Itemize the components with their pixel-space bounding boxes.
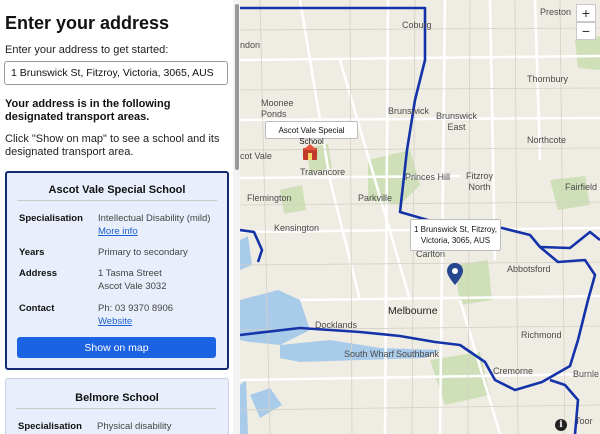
school-name: Belmore School [75,392,159,404]
contact-value: Ph: 03 9370 8906 Website [98,302,173,328]
map-label: South Wharf [344,349,395,359]
address-value: 1 Tasma Street Ascot Vale 3032 [98,267,166,293]
map-label: Brunswick East [436,111,478,132]
zoom-out-button[interactable]: − [576,22,596,40]
specialisation-value: Intellectual Disability (mild) More info [98,212,210,238]
address-tooltip: 1 Brunswick St, Fitzroy, Victoria, 3065,… [410,219,501,251]
water-area [240,380,248,434]
map-label: Fairfield [565,182,598,192]
scrollbar-thumb[interactable] [235,4,239,170]
map-label: Preston [540,7,572,17]
address-panel: Enter your address Enter your address to… [0,0,240,434]
park-area [575,36,600,70]
hint-text: Click "Show on map" to see a school and … [5,133,220,158]
page-title: Enter your address [5,13,170,33]
school-card: Belmore School Specialisation Physical d… [5,378,229,434]
school-name: Ascot Vale Special School [48,184,186,196]
tooltip-address-line-2: Victoria, 3065, AUS [420,236,491,245]
map-label: Princes Hill [405,172,451,182]
contact-label: Contact [19,303,55,314]
address-label: Address [19,268,58,279]
map-label: Parkville [358,193,393,203]
specialisation-label: Specialisation [19,213,83,224]
specialisation-text: Intellectual Disability (mild) [98,213,211,224]
map-label: Coburg [402,20,432,30]
show-on-map-button[interactable]: Show on map [17,337,216,358]
result-heading: Your address is in the following designa… [5,98,171,123]
years-value: Primary to secondary [98,247,188,258]
card-divider [17,200,217,201]
map-label: Travancore [300,167,346,177]
map-label: Brunswick [388,106,430,116]
map-label: Abbotsford [507,264,551,274]
address-line-1: 1 Tasma Street [98,268,162,279]
map-label: Thornbury [527,74,569,84]
specialisation-value: Physical disability [97,421,172,432]
map-label: ndon [240,40,261,50]
map-label: Richmond [521,330,562,340]
map-label: cot Vale [240,151,272,161]
map-label: Melbourne [388,305,438,317]
map-label: Fitzroy North [466,171,493,192]
address-line-2: Ascot Vale 3032 [98,281,167,292]
map-label: Docklands [315,320,358,330]
zoom-in-button[interactable]: + [576,4,596,22]
card-divider [16,408,216,409]
years-label: Years [19,247,45,258]
map-label: Burnle [573,369,600,379]
map-label: Cremorne [493,366,534,376]
water-area [240,290,310,345]
map-label: Flemington [247,193,292,203]
map-label: Northcote [527,135,567,145]
water-area [250,388,282,418]
map-canvas [240,0,600,434]
school-tooltip: Ascot Vale Special School [265,121,358,146]
phone-text: Ph: 03 9370 8906 [98,303,174,314]
map-label: Southbank [396,349,440,359]
school-card: Ascot Vale Special School Specialisation… [5,171,229,370]
specialisation-label: Specialisation [18,421,82,432]
map-label: Moonee Ponds [261,98,294,119]
address-input[interactable] [4,61,228,85]
website-link[interactable]: Website [98,316,132,327]
info-icon[interactable]: i [555,419,567,431]
map-label: Toor [575,416,593,426]
map-view[interactable]: Coburg Preston ndon Thornbury Moonee Pon… [240,0,600,434]
more-info-link[interactable]: More info [98,226,138,237]
intro-text: Enter your address to get started: [5,44,169,56]
tooltip-address-line-1: 1 Brunswick St, Fitzroy, [414,225,497,234]
map-label: Kensington [274,223,320,233]
